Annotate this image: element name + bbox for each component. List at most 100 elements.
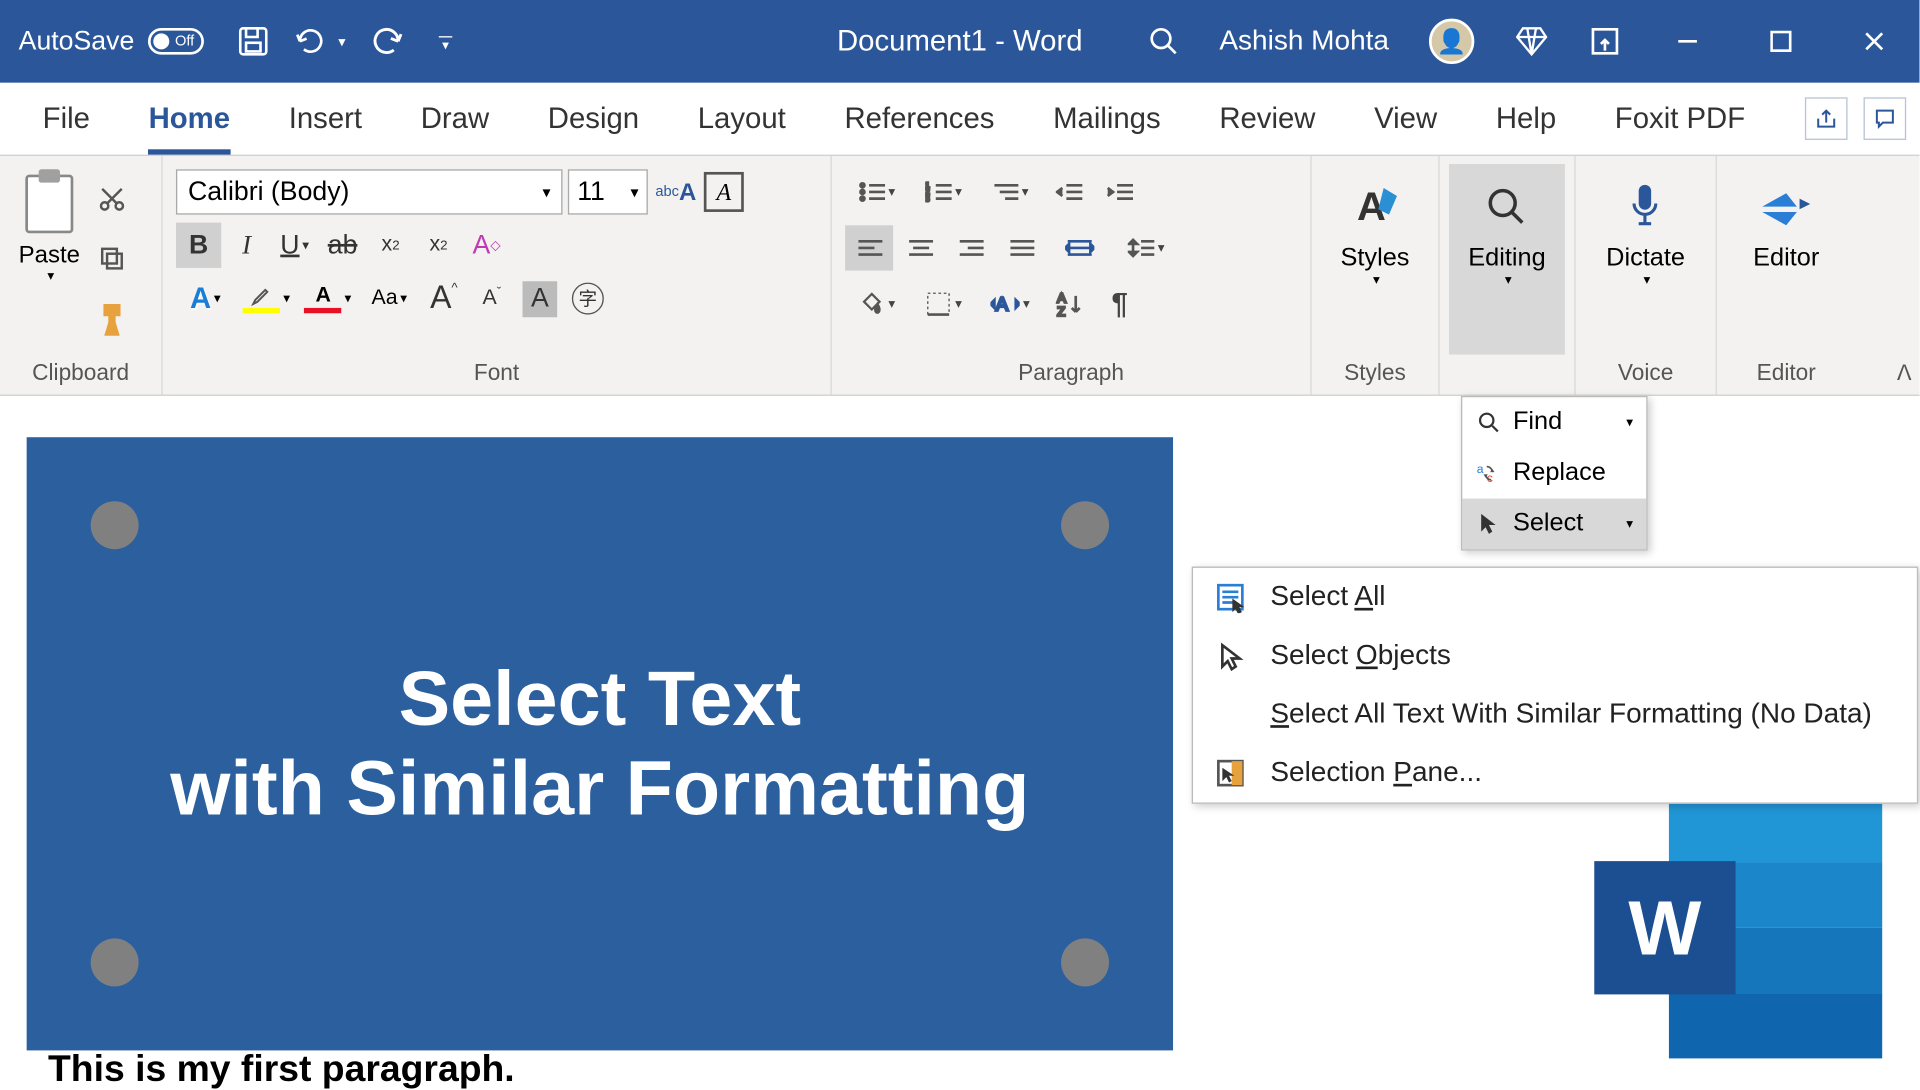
- italic-button[interactable]: I: [224, 223, 269, 268]
- editor-button[interactable]: Editor: [1734, 164, 1837, 355]
- group-label-voice: Voice: [1584, 355, 1708, 395]
- sort-button[interactable]: AZ: [1045, 281, 1093, 326]
- font-size-select[interactable]: 11▾: [568, 169, 648, 214]
- subscript-button[interactable]: x2: [368, 223, 413, 268]
- replace-menu-item[interactable]: ac Replace: [1462, 448, 1646, 499]
- editing-button[interactable]: Editing ▾: [1450, 164, 1565, 355]
- app-mode-icon[interactable]: [1589, 25, 1621, 57]
- autosave-control[interactable]: AutoSave Off: [0, 26, 222, 57]
- selection-pane-item[interactable]: Selection Pane...: [1193, 744, 1917, 803]
- underline-button[interactable]: U▾: [272, 223, 317, 268]
- editor-icon: [1760, 175, 1813, 239]
- character-shading-button[interactable]: A: [517, 276, 562, 321]
- distributed-button[interactable]: [1048, 225, 1112, 270]
- corner-dot: [1061, 938, 1109, 986]
- paste-label: Paste: [19, 241, 80, 269]
- shading-button[interactable]: ▾: [845, 281, 909, 326]
- redo-button[interactable]: [370, 24, 405, 59]
- bold-button[interactable]: B: [176, 223, 221, 268]
- borders-button[interactable]: ▾: [912, 281, 976, 326]
- dictate-button[interactable]: Dictate ▾: [1587, 164, 1703, 355]
- asian-layout-button[interactable]: A▾: [978, 281, 1042, 326]
- tab-file[interactable]: File: [13, 83, 119, 155]
- format-painter-button[interactable]: [96, 304, 128, 336]
- strikethrough-button[interactable]: ab: [320, 223, 365, 268]
- cut-button[interactable]: [96, 182, 128, 214]
- chevron-down-icon: ▾: [1626, 415, 1633, 430]
- tab-view[interactable]: View: [1345, 83, 1467, 155]
- enclose-characters-button[interactable]: 字: [565, 276, 610, 321]
- autosave-label: AutoSave: [19, 26, 135, 57]
- superscript-button[interactable]: x2: [416, 223, 461, 268]
- align-right-button[interactable]: [946, 225, 994, 270]
- styles-button[interactable]: A Styles ▾: [1322, 164, 1428, 355]
- find-label: Find: [1513, 408, 1562, 437]
- clear-formatting-button[interactable]: A◇: [464, 223, 509, 268]
- phonetic-guide-button[interactable]: abcA: [653, 169, 698, 214]
- tab-design[interactable]: Design: [518, 83, 668, 155]
- change-case-button[interactable]: Aa▾: [360, 287, 419, 311]
- chevron-down-icon: ▾: [1644, 273, 1651, 288]
- group-clipboard: Paste ▾ Clipboard: [0, 156, 163, 395]
- line-spacing-button[interactable]: ▾: [1114, 225, 1178, 270]
- maximize-button[interactable]: [1754, 31, 1807, 52]
- tab-review[interactable]: Review: [1190, 83, 1345, 155]
- document-paragraph[interactable]: This is my first paragraph.: [48, 1048, 515, 1090]
- font-color-button[interactable]: A▾: [299, 284, 358, 313]
- undo-button[interactable]: ▾: [294, 24, 345, 59]
- svg-text:a: a: [1477, 462, 1484, 476]
- tab-draw[interactable]: Draw: [391, 83, 518, 155]
- increase-indent-button[interactable]: [1096, 169, 1144, 214]
- group-styles: A Styles ▾ Styles: [1312, 156, 1440, 395]
- numbering-button[interactable]: 123▾: [912, 169, 976, 214]
- save-button[interactable]: [236, 24, 271, 59]
- styles-label: Styles: [1340, 244, 1409, 273]
- decrease-indent-button[interactable]: [1045, 169, 1093, 214]
- group-editor: Editor Editor: [1717, 156, 1856, 395]
- tab-mailings[interactable]: Mailings: [1024, 83, 1190, 155]
- align-center-button[interactable]: [896, 225, 944, 270]
- bullets-button[interactable]: ▾: [845, 169, 909, 214]
- highlight-button[interactable]: ▾: [237, 284, 296, 313]
- comments-button[interactable]: [1864, 97, 1907, 140]
- tab-foxit[interactable]: Foxit PDF: [1585, 83, 1774, 155]
- tab-insert[interactable]: Insert: [259, 83, 391, 155]
- multilevel-list-button[interactable]: ▾: [978, 169, 1042, 214]
- show-marks-button[interactable]: ¶: [1096, 281, 1144, 326]
- svg-text:3: 3: [926, 194, 931, 202]
- diamond-icon[interactable]: [1514, 24, 1549, 59]
- select-label: Select: [1513, 509, 1583, 538]
- close-button[interactable]: [1848, 29, 1901, 53]
- share-button[interactable]: [1805, 97, 1848, 140]
- autosave-toggle[interactable]: Off: [148, 28, 204, 55]
- font-name-value: Calibri (Body): [188, 177, 350, 208]
- group-paragraph: ▾ 123▾ ▾ ▾ ▾ ▾ A▾: [832, 156, 1312, 395]
- find-menu-item[interactable]: Find ▾: [1462, 397, 1646, 448]
- qat-customize[interactable]: ─▾: [439, 31, 452, 52]
- user-avatar[interactable]: 👤: [1429, 19, 1474, 64]
- select-submenu: Select All Select Objects Select All Tex…: [1192, 567, 1918, 804]
- paste-button[interactable]: Paste ▾: [8, 164, 91, 355]
- copy-button[interactable]: [96, 243, 128, 275]
- replace-label: Replace: [1513, 459, 1606, 488]
- font-family-select[interactable]: Calibri (Body)▾: [176, 169, 563, 214]
- character-border-button[interactable]: A: [704, 172, 744, 212]
- select-all-item[interactable]: Select All: [1193, 568, 1917, 627]
- collapse-ribbon-button[interactable]: ᐱ: [1897, 360, 1912, 387]
- shrink-font-button[interactable]: Aˇ: [469, 276, 514, 321]
- tab-home[interactable]: Home: [119, 83, 259, 155]
- grow-font-button[interactable]: A^: [421, 276, 466, 321]
- align-left-button[interactable]: [845, 225, 893, 270]
- text-effects-button[interactable]: A▾: [176, 281, 235, 316]
- search-icon[interactable]: [1147, 25, 1179, 57]
- justify-button[interactable]: [997, 225, 1045, 270]
- select-objects-item[interactable]: Select Objects: [1193, 627, 1917, 686]
- tab-help[interactable]: Help: [1467, 83, 1586, 155]
- select-menu-item[interactable]: Select ▾: [1462, 499, 1646, 550]
- select-similar-formatting-item[interactable]: Select All Text With Similar Formatting …: [1193, 685, 1917, 744]
- corner-dot: [91, 938, 139, 986]
- minimize-button[interactable]: [1661, 29, 1714, 53]
- tab-references[interactable]: References: [815, 83, 1024, 155]
- tab-layout[interactable]: Layout: [668, 83, 815, 155]
- group-label-editing: [1448, 355, 1567, 395]
